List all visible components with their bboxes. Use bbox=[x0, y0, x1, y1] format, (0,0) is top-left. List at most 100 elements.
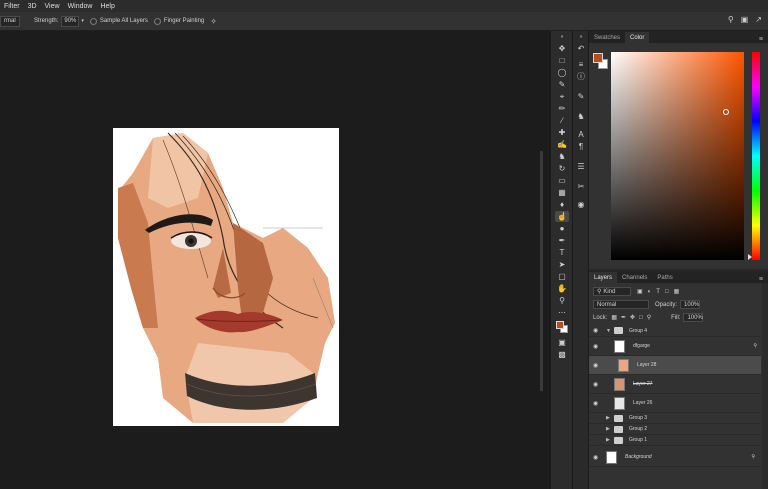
visibility-eye-icon[interactable]: ◉ bbox=[593, 454, 600, 461]
hand-tool-icon[interactable]: ✋ bbox=[555, 283, 569, 294]
blend-mode-dropdown[interactable]: Normal bbox=[593, 300, 649, 309]
tab-channels[interactable]: Channels bbox=[617, 272, 652, 283]
blur-tool-icon[interactable]: ♦ bbox=[555, 199, 569, 210]
finger-painting-option[interactable]: Finger Painting bbox=[153, 17, 204, 25]
rectangle-tool-icon[interactable]: ▢ bbox=[555, 271, 569, 282]
kind-filter-dropdown[interactable]: ⚲ Kind bbox=[593, 287, 631, 296]
layer-row-layer-27[interactable]: ◉ Layer 27 bbox=[589, 375, 761, 394]
color-picker-marker[interactable] bbox=[723, 109, 729, 115]
visibility-eye-icon[interactable]: ◉ bbox=[593, 415, 600, 422]
marquee-tool-icon[interactable]: □ bbox=[555, 55, 569, 66]
layer-row-dfgarge[interactable]: ◉ dfgarge ⚲ bbox=[589, 337, 761, 356]
mode-value[interactable]: rmal bbox=[0, 15, 20, 27]
menu-filter[interactable]: Filter bbox=[0, 3, 24, 10]
eraser-tool-icon[interactable]: ▭ bbox=[555, 175, 569, 186]
finger-painting-checkbox[interactable] bbox=[153, 17, 161, 25]
panel-menu-icon[interactable]: ≡ bbox=[759, 36, 763, 43]
layer-row-background[interactable]: ◉ Background ⚲ bbox=[589, 448, 761, 467]
tab-paths[interactable]: Paths bbox=[652, 272, 677, 283]
lock-transparent-icon[interactable]: ▦ bbox=[611, 314, 617, 321]
healing-brush-tool-icon[interactable]: ✚ bbox=[555, 127, 569, 138]
layer-row-group-4[interactable]: ◉ ▼ Group 4 bbox=[589, 325, 761, 337]
layer-row-group-3[interactable]: ◉ ▶ Group 3 bbox=[589, 413, 761, 424]
smudge-tool-icon[interactable]: ☝ bbox=[555, 211, 569, 222]
lock-all-icon[interactable]: ⚲ bbox=[647, 314, 651, 321]
lasso-tool-icon[interactable]: ◯ bbox=[555, 67, 569, 78]
ruler-tool-icon[interactable]: ∕ bbox=[555, 115, 569, 126]
filter-adjustment-icon[interactable]: ◐ bbox=[648, 289, 652, 295]
layer-row-group-1[interactable]: ◉ ▶ Group 1 bbox=[589, 435, 761, 446]
menu-window[interactable]: Window bbox=[64, 3, 97, 10]
visibility-eye-icon[interactable]: ◉ bbox=[593, 343, 600, 350]
screen-mode-icon[interactable]: ▩ bbox=[555, 349, 569, 360]
chevron-right-icon[interactable]: ▶ bbox=[606, 426, 612, 432]
tool-presets-panel-icon[interactable]: ✂ bbox=[575, 181, 587, 192]
workspace-icon[interactable]: ▣ bbox=[741, 15, 749, 24]
filter-type-icon[interactable]: T bbox=[656, 289, 660, 295]
brush-tool-icon[interactable]: ✍ bbox=[555, 139, 569, 150]
tab-layers[interactable]: Layers bbox=[589, 272, 618, 283]
chevron-down-icon[interactable]: ▼ bbox=[606, 328, 612, 334]
color-picker-field[interactable] bbox=[611, 52, 744, 260]
dodge-tool-icon[interactable]: ● bbox=[555, 223, 569, 234]
quick-mask-icon[interactable]: ▣ bbox=[555, 337, 569, 348]
foreground-background-swatch[interactable] bbox=[555, 320, 569, 333]
filter-smart-object-icon[interactable]: ▦ bbox=[674, 288, 680, 295]
chevron-right-icon[interactable]: ▶ bbox=[606, 415, 612, 421]
visibility-eye-icon[interactable]: ◉ bbox=[593, 400, 600, 407]
layers-panel-menu-icon[interactable]: ≡ bbox=[759, 276, 763, 283]
menu-view[interactable]: View bbox=[41, 3, 64, 10]
eyedropper-tool-icon[interactable]: ✏ bbox=[555, 103, 569, 114]
strength-chevron-icon[interactable]: ▾ bbox=[81, 18, 84, 24]
hue-slider-handle[interactable] bbox=[748, 254, 752, 260]
menu-help[interactable]: Help bbox=[96, 3, 118, 10]
hue-slider[interactable] bbox=[752, 52, 760, 260]
properties-panel-icon[interactable]: ☰ bbox=[575, 161, 587, 172]
character-panel-icon[interactable]: A bbox=[575, 129, 587, 140]
lock-artboard-icon[interactable]: □ bbox=[639, 315, 643, 321]
filter-shape-icon[interactable]: □ bbox=[665, 289, 669, 295]
mode-dropdown[interactable]: rmal bbox=[0, 15, 20, 27]
quick-select-tool-icon[interactable]: ✎ bbox=[555, 79, 569, 90]
history-brush-tool-icon[interactable]: ↻ bbox=[555, 163, 569, 174]
search-icon[interactable]: ⚲ bbox=[728, 15, 734, 24]
lock-position-icon[interactable]: ✥ bbox=[630, 314, 635, 321]
layer-row-group-2[interactable]: ◉ ▶ Group 2 bbox=[589, 424, 761, 435]
layers-scrollbar[interactable] bbox=[762, 283, 768, 489]
canvas-vertical-scrollbar[interactable] bbox=[540, 151, 543, 391]
layer-row-layer-28[interactable]: ◉ Layer 28 bbox=[589, 356, 761, 375]
brush-panel-icon[interactable]: ✎ bbox=[575, 91, 587, 102]
type-tool-icon[interactable]: T bbox=[555, 247, 569, 258]
libraries-panel-icon[interactable]: ◉ bbox=[575, 199, 587, 210]
document-canvas[interactable] bbox=[113, 128, 339, 426]
share-icon[interactable]: ↗ bbox=[755, 15, 762, 24]
info-panel-icon[interactable]: ⓘ bbox=[575, 71, 587, 82]
brush-angle-icon[interactable]: ✧ bbox=[210, 17, 217, 26]
paragraph-panel-icon[interactable]: ¶ bbox=[575, 141, 587, 152]
visibility-eye-icon[interactable]: ◉ bbox=[593, 426, 600, 433]
pen-tool-icon[interactable]: ✒ bbox=[555, 235, 569, 246]
path-selection-tool-icon[interactable]: ➤ bbox=[555, 259, 569, 270]
collapse-icon[interactable]: « bbox=[555, 31, 569, 42]
filter-pixel-icon[interactable]: ▣ bbox=[637, 288, 643, 295]
strength-input[interactable]: 90% bbox=[61, 15, 80, 27]
canvas-workarea[interactable] bbox=[0, 31, 550, 489]
menu-3d[interactable]: 3D bbox=[24, 3, 41, 10]
opacity-input[interactable]: 100% bbox=[680, 300, 701, 309]
clone-source-panel-icon[interactable]: ♞ bbox=[575, 111, 587, 122]
visibility-eye-icon[interactable]: ◉ bbox=[593, 362, 600, 369]
layer-row-layer-26[interactable]: ◉ Layer 26 bbox=[589, 394, 761, 413]
chevron-right-icon[interactable]: ▶ bbox=[606, 437, 612, 443]
gradient-tool-icon[interactable]: ▦ bbox=[555, 187, 569, 198]
collapse-panels-icon[interactable]: » bbox=[575, 31, 587, 42]
visibility-eye-icon[interactable]: ◉ bbox=[593, 327, 600, 334]
sample-all-layers-checkbox[interactable] bbox=[89, 17, 97, 25]
visibility-eye-icon[interactable]: ◉ bbox=[593, 381, 600, 388]
fill-input[interactable]: 100% bbox=[683, 313, 704, 322]
zoom-tool-icon[interactable]: ⚲ bbox=[555, 295, 569, 306]
clone-stamp-tool-icon[interactable]: ♞ bbox=[555, 151, 569, 162]
move-tool-icon[interactable]: ✥ bbox=[555, 43, 569, 54]
edit-toolbar-icon[interactable]: ⋯ bbox=[555, 307, 569, 318]
history-panel-icon[interactable]: ↶ bbox=[575, 43, 587, 54]
lock-image-icon[interactable]: ✒ bbox=[621, 314, 626, 321]
